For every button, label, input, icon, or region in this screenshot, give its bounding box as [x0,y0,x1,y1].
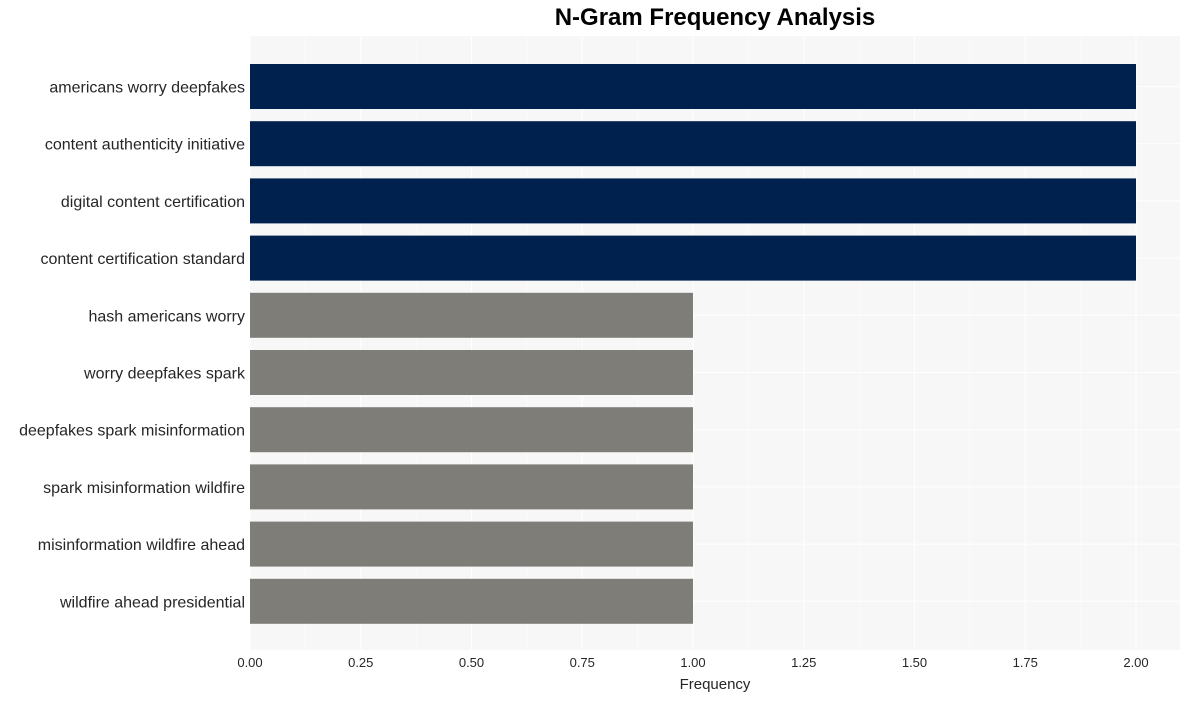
bar [250,121,1136,167]
y-tick-label: digital content certification [61,194,245,211]
x-tick-label: 1.25 [791,655,816,670]
x-axis-label: Frequency [680,676,751,693]
bar [250,292,693,338]
bar [250,578,693,624]
y-tick-label: content authenticity initiative [45,137,245,154]
bar-chart: americans worry deepfakes content authent… [19,36,1180,693]
y-tick-label: americans worry deepfakes [49,80,245,97]
y-axis-labels: americans worry deepfakes content authent… [19,80,246,612]
x-tick-label: 0.75 [570,655,595,670]
x-tick-label: 1.75 [1013,655,1038,670]
bar [250,64,1136,109]
bar [250,464,693,510]
x-tick-label: 0.00 [237,655,262,670]
bar [250,350,693,395]
bar [250,235,1136,281]
x-tick-label: 0.25 [348,655,373,670]
y-tick-label: deepfakes spark misinformation [19,423,245,440]
y-tick-label: spark misinformation wildfire [43,480,245,497]
y-tick-label: wildfire ahead presidential [59,594,245,611]
y-tick-label: content certification standard [40,251,245,268]
x-tick-label: 1.00 [680,655,705,670]
x-tick-label: 2.00 [1123,655,1148,670]
bar [250,521,693,567]
bar [250,407,693,453]
bar [250,178,1136,224]
x-tick-label: 0.50 [459,655,484,670]
x-tick-label: 1.50 [902,655,927,670]
y-tick-label: hash americans worry [89,308,246,325]
y-tick-label: worry deepfakes spark [83,366,246,383]
y-tick-label: misinformation wildfire ahead [38,537,245,554]
x-axis-ticks: 0.00 0.25 0.50 0.75 1.00 1.25 1.50 1.75 2.00 [237,655,1148,670]
